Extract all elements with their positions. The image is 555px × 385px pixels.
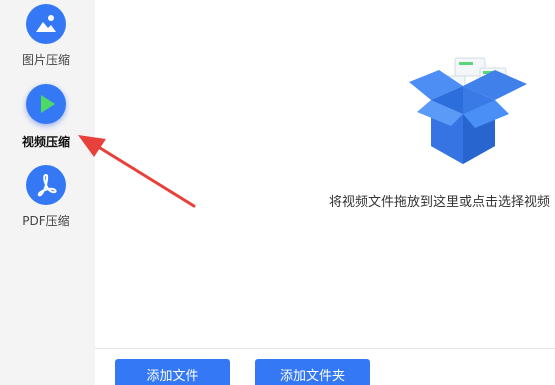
pdf-icon xyxy=(26,165,66,205)
sidebar-item-label: 图片压缩 xyxy=(21,53,70,67)
drop-hint-text: 将视频文件拖放到这里或点击选择视频 xyxy=(329,195,551,210)
add-file-button[interactable]: 添加文件 xyxy=(115,359,230,385)
sidebar-item-label: PDF压缩 xyxy=(22,214,70,228)
play-icon xyxy=(26,84,66,124)
footer-toolbar: 添加文件 添加文件夹 xyxy=(95,348,555,385)
annotation-arrow xyxy=(78,135,196,208)
image-icon xyxy=(26,4,66,44)
box-illustration xyxy=(409,57,527,164)
sidebar-item-image-compress[interactable]: 图片压缩 xyxy=(0,0,95,80)
add-folder-button[interactable]: 添加文件夹 xyxy=(255,359,370,385)
